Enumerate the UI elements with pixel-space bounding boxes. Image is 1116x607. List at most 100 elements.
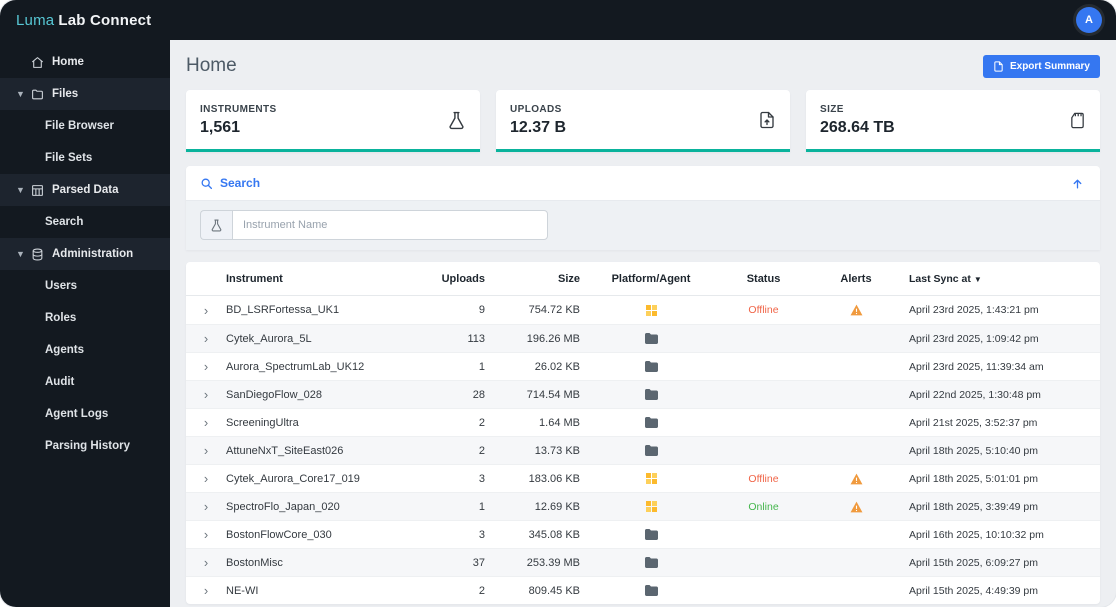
- sidebar-item-agent-logs[interactable]: Agent Logs: [0, 398, 170, 430]
- table-header: Instrument Uploads Size Platform/Agent S…: [186, 262, 1100, 296]
- row-expand-chevron[interactable]: ›: [204, 360, 208, 373]
- table-row[interactable]: › ScreeningUltra 2 1.64 MB April 21st 2025, …: [186, 408, 1100, 436]
- instruments-table: Instrument Uploads Size Platform/Agent S…: [186, 262, 1100, 604]
- last-sync-value: April 15th 2025, 6:09:27 pm: [909, 556, 1039, 569]
- table-row[interactable]: › BostonMisc 37 253.39 MB April 15th 2025, 6…: [186, 548, 1100, 576]
- instrument-name: SpectroFlo_Japan_020: [226, 500, 340, 513]
- sidebar-item-roles[interactable]: Roles: [0, 302, 170, 334]
- last-sync-value: April 18th 2025, 5:10:40 pm: [909, 444, 1039, 457]
- last-sync-value: April 18th 2025, 3:39:49 pm: [909, 500, 1039, 513]
- row-expand-chevron[interactable]: ›: [204, 444, 208, 457]
- caret-down-icon: ▼: [16, 89, 25, 99]
- uploads-count: 2: [478, 444, 485, 457]
- table-row[interactable]: › Aurora_SpectrumLab_UK12 1 26.02 KB April 2…: [186, 352, 1100, 380]
- uploads-count: 9: [478, 304, 485, 316]
- sidebar: Home ▼ Files File Browser File Sets ▼ Parsed D…: [0, 40, 170, 607]
- platform-grid-icon: [645, 304, 657, 316]
- storage-icon: [1069, 111, 1086, 130]
- column-header-uploads[interactable]: Uploads: [416, 273, 491, 285]
- search-panel-toggle[interactable]: Search: [200, 176, 260, 190]
- platform-folder-icon: [644, 361, 658, 372]
- table-row[interactable]: › NE-WI 2 809.45 KB April 15th 2025, 4:49:39…: [186, 576, 1100, 604]
- instrument-name: ScreeningUltra: [226, 416, 299, 429]
- export-summary-button[interactable]: Export Summary: [982, 54, 1100, 78]
- sidebar-item-administration[interactable]: ▼ Administration: [0, 238, 170, 270]
- last-sync-value: April 16th 2025, 10:10:32 pm: [909, 528, 1044, 541]
- table-row[interactable]: › Cytek_Aurora_5L 113 196.26 MB April 23rd 2…: [186, 324, 1100, 352]
- search-icon: [200, 177, 213, 190]
- table-row[interactable]: › BostonFlowCore_030 3 345.08 KB April 16th …: [186, 520, 1100, 548]
- logo-luma: Luma: [16, 11, 55, 29]
- stat-value: 1,561: [200, 118, 241, 136]
- instrument-name: BostonFlowCore_030: [226, 528, 332, 541]
- column-header-status[interactable]: Status: [716, 273, 811, 285]
- flask-icon: [447, 111, 466, 130]
- table-row[interactable]: › AttuneNxT_SiteEast026 2 13.73 KB April 18t…: [186, 436, 1100, 464]
- row-expand-chevron[interactable]: ›: [204, 304, 208, 317]
- column-header-last-sync[interactable]: Last Sync at ▼: [901, 273, 1100, 285]
- status-badge: Offline: [748, 472, 779, 485]
- avatar[interactable]: A: [1076, 7, 1102, 33]
- platform-folder-icon: [644, 333, 658, 344]
- sidebar-item-search[interactable]: Search: [0, 206, 170, 238]
- table-row[interactable]: › SpectroFlo_Japan_020 1 12.69 KB Online Apri…: [186, 492, 1100, 520]
- sidebar-item-label: Search: [45, 216, 84, 228]
- sidebar-item-file-sets[interactable]: File Sets: [0, 142, 170, 174]
- stat-label: INSTRUMENTS: [200, 103, 277, 115]
- uploads-count: 113: [467, 332, 485, 345]
- last-sync-value: April 23rd 2025, 1:09:42 pm: [909, 332, 1039, 345]
- home-icon: [31, 56, 44, 69]
- sidebar-nav: Home ▼ Files File Browser File Sets ▼ Parsed D…: [0, 46, 170, 462]
- uploads-count: 1: [478, 360, 485, 373]
- stat-label: UPLOADS: [510, 103, 562, 115]
- instrument-name: BD_LSRFortessa_UK1: [226, 304, 340, 316]
- row-expand-chevron[interactable]: ›: [204, 332, 208, 345]
- sidebar-item-users[interactable]: Users: [0, 270, 170, 302]
- row-expand-chevron[interactable]: ›: [204, 528, 208, 541]
- row-expand-chevron[interactable]: ›: [204, 472, 208, 485]
- uploads-count: 3: [478, 472, 485, 485]
- arrow-up-icon: [1071, 177, 1084, 190]
- platform-grid-icon: [645, 501, 657, 512]
- size-value: 1.64 MB: [539, 416, 580, 429]
- column-header-size[interactable]: Size: [491, 273, 586, 285]
- instrument-flask-icon: [200, 210, 232, 240]
- table-row[interactable]: › BD_LSRFortessa_UK1 9 754.72 KB Offline Apri…: [186, 296, 1100, 324]
- sidebar-item-label: File Sets: [45, 152, 93, 164]
- main-content: Home Export Summary INSTRUMENTS 1,561 UP…: [170, 40, 1116, 607]
- table-row[interactable]: › SanDiegoFlow_028 28 714.54 MB April 22nd 2…: [186, 380, 1100, 408]
- column-header-platform[interactable]: Platform/Agent: [586, 273, 716, 285]
- sidebar-item-label: Administration: [52, 248, 134, 260]
- instrument-name: BostonMisc: [226, 556, 283, 569]
- sidebar-item-label: Agents: [45, 344, 84, 356]
- size-value: 13.73 KB: [534, 444, 580, 457]
- sidebar-item-parsed-data[interactable]: ▼ Parsed Data: [0, 174, 170, 206]
- size-value: 809.45 KB: [528, 584, 580, 597]
- sidebar-item-parsing-history[interactable]: Parsing History: [0, 430, 170, 462]
- column-header-alerts[interactable]: Alerts: [811, 273, 901, 285]
- sidebar-item-audit[interactable]: Audit: [0, 366, 170, 398]
- sidebar-item-agents[interactable]: Agents: [0, 334, 170, 366]
- uploads-count: 37: [472, 556, 485, 569]
- topbar: Luma Lab Connect A: [0, 0, 1116, 40]
- row-expand-chevron[interactable]: ›: [204, 388, 208, 401]
- stat-label: SIZE: [820, 103, 844, 115]
- instrument-name-input[interactable]: [232, 210, 548, 240]
- sidebar-item-file-browser[interactable]: File Browser: [0, 110, 170, 142]
- sidebar-item-files[interactable]: ▼ Files: [0, 78, 170, 110]
- row-expand-chevron[interactable]: ›: [204, 500, 208, 513]
- platform-grid-icon: [645, 473, 657, 484]
- platform-folder-icon: [644, 445, 658, 456]
- size-value: 183.06 KB: [528, 472, 580, 485]
- last-sync-value: April 23rd 2025, 11:39:34 am: [909, 360, 1044, 373]
- column-header-instrument[interactable]: Instrument: [226, 273, 416, 285]
- table-row[interactable]: › Cytek_Aurora_Core17_019 3 183.06 KB Offlin…: [186, 464, 1100, 492]
- row-expand-chevron[interactable]: ›: [204, 584, 208, 597]
- collapse-panel-button[interactable]: [1069, 175, 1086, 192]
- sidebar-item-home[interactable]: Home: [0, 46, 170, 78]
- stat-value: 12.37 B: [510, 118, 567, 136]
- table-icon: [31, 184, 44, 197]
- row-expand-chevron[interactable]: ›: [204, 556, 208, 569]
- row-expand-chevron[interactable]: ›: [204, 416, 208, 429]
- file-upload-icon: [758, 111, 776, 129]
